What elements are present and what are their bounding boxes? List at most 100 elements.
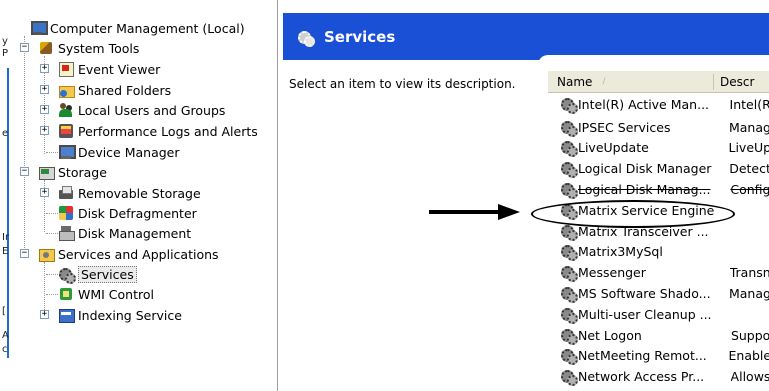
service-description: Allows xyxy=(730,368,769,384)
expand-toggle[interactable]: + xyxy=(40,126,49,135)
tree-item-services[interactable]: Services xyxy=(58,264,137,284)
service-row[interactable]: Matrix3MySql xyxy=(560,241,769,261)
service-row[interactable]: MS Software Shado... Manag xyxy=(560,283,769,303)
tree-label: Disk Defragmenter xyxy=(78,205,197,221)
service-gears-icon xyxy=(560,96,578,114)
service-description: Manag xyxy=(728,119,769,135)
services-applications-icon xyxy=(38,246,55,262)
tree-item-event-viewer[interactable]: Event Viewer xyxy=(58,59,160,79)
service-row[interactable]: Intel(R) Active Man... Intel(R xyxy=(560,94,769,114)
tree-item-computer-management[interactable]: Computer Management (Local) xyxy=(30,18,245,38)
tree-connector xyxy=(46,233,58,234)
tree-item-services-and-applications[interactable]: Services and Applications xyxy=(38,244,219,264)
column-header-description[interactable]: Descr xyxy=(714,75,769,89)
background-char: P xyxy=(2,48,9,59)
tree-item-disk-defragmenter[interactable]: Disk Defragmenter xyxy=(58,203,197,223)
sort-indicator-icon: / xyxy=(602,76,606,87)
service-row[interactable]: Multi-user Cleanup ... xyxy=(560,304,769,324)
service-description: LiveUp xyxy=(728,139,769,155)
expand-toggle[interactable]: + xyxy=(40,310,49,319)
service-description: Config xyxy=(730,181,769,197)
tree-item-system-tools[interactable]: System Tools xyxy=(38,38,139,58)
expand-toggle[interactable]: + xyxy=(40,85,49,94)
tree-connector xyxy=(24,36,25,254)
expand-toggle[interactable]: + xyxy=(40,64,49,73)
service-gears-icon xyxy=(560,327,578,345)
toolbox-icon xyxy=(38,40,54,56)
service-name: LiveUpdate xyxy=(578,139,649,155)
service-description: Suppo xyxy=(730,327,769,343)
service-gears-icon xyxy=(560,368,578,386)
background-char: y xyxy=(2,36,8,47)
tree-item-indexing-service[interactable]: Indexing Service xyxy=(58,305,182,325)
banner-title: Services xyxy=(324,27,396,46)
service-description: Enable xyxy=(728,347,769,363)
background-char: A xyxy=(2,330,9,341)
tree-label: Services xyxy=(78,265,137,283)
services-banner: Services xyxy=(283,13,769,60)
tree-item-storage[interactable]: Storage xyxy=(38,162,107,182)
collapse-toggle[interactable]: − xyxy=(20,167,29,176)
tree-item-device-manager[interactable]: Device Manager xyxy=(58,142,180,162)
event-viewer-icon xyxy=(58,61,74,77)
service-gears-icon xyxy=(560,347,578,365)
tree-item-local-users[interactable]: Local Users and Groups xyxy=(58,100,225,120)
service-gears-icon xyxy=(560,181,578,199)
service-row[interactable]: IPSEC Services Manag xyxy=(560,117,769,137)
disk-management-icon xyxy=(58,225,75,241)
service-description: Intel(R xyxy=(729,96,769,112)
background-char: E xyxy=(2,246,9,257)
tree-item-performance-logs[interactable]: Performance Logs and Alerts xyxy=(58,121,278,141)
tree-label: System Tools xyxy=(58,40,140,56)
collapse-toggle[interactable]: − xyxy=(20,249,29,258)
tree-item-wmi-control[interactable]: WMI Control xyxy=(58,284,154,304)
background-char: [ xyxy=(2,306,6,317)
tree-label: Indexing Service xyxy=(78,307,182,323)
tree-label: Shared Folders xyxy=(78,82,172,98)
tree-label: Event Viewer xyxy=(78,61,161,77)
service-row[interactable]: Messenger Transn xyxy=(560,262,769,282)
background-char: e xyxy=(2,128,9,139)
service-gears-icon xyxy=(560,160,578,178)
service-gears-icon xyxy=(560,306,578,324)
tree-label: Storage xyxy=(58,164,107,180)
expand-toggle[interactable]: + xyxy=(40,188,49,197)
service-row[interactable]: Logical Disk Manager Detect xyxy=(560,158,769,178)
annotation-arrow-shaft xyxy=(429,210,503,214)
service-description: Transn xyxy=(729,264,769,280)
service-row[interactable]: Net Logon Suppo xyxy=(560,325,769,345)
service-name: Messenger xyxy=(578,264,646,280)
service-name: Intel(R) Active Man... xyxy=(578,96,710,112)
service-gears-icon xyxy=(560,285,578,303)
background-char: Ir xyxy=(2,232,10,243)
service-name: IPSEC Services xyxy=(578,119,671,135)
service-row[interactable]: Logical Disk Manag... Config xyxy=(560,179,769,199)
tree-item-removable-storage[interactable]: Removable Storage xyxy=(58,183,201,203)
background-window-frame xyxy=(7,68,9,358)
service-name: Net Logon xyxy=(578,327,642,343)
description-text: Select an item to view its description. xyxy=(289,77,516,91)
removable-storage-icon xyxy=(58,185,74,201)
column-header-name[interactable]: Name / xyxy=(548,73,714,90)
service-row[interactable]: LiveUpdate LiveUp xyxy=(560,137,769,157)
console-tree[interactable]: Computer Management (Local) − System Too… xyxy=(16,0,278,391)
device-manager-icon xyxy=(58,144,76,160)
service-name: Network Access Pr... xyxy=(578,368,705,384)
service-row[interactable]: Network Access Pr... Allows xyxy=(560,366,769,386)
background-char: c xyxy=(2,344,8,355)
tree-label: Local Users and Groups xyxy=(78,102,226,118)
tree-item-shared-folders[interactable]: Shared Folders xyxy=(58,80,171,100)
service-row[interactable]: NetMeeting Remot... Enable xyxy=(560,345,769,365)
service-name: Logical Disk Manag... xyxy=(578,181,711,197)
expand-toggle[interactable]: + xyxy=(40,105,49,114)
service-name: Multi-user Cleanup ... xyxy=(578,306,712,322)
gears-icon xyxy=(297,29,315,47)
annotation-circle xyxy=(531,200,735,228)
tree-item-disk-management[interactable]: Disk Management xyxy=(58,223,191,243)
tree-label: Removable Storage xyxy=(78,185,201,201)
shared-folder-icon xyxy=(58,82,75,98)
gears-icon xyxy=(58,266,76,284)
column-name-label: Name xyxy=(557,74,593,89)
service-gears-icon xyxy=(560,264,578,282)
collapse-toggle[interactable]: − xyxy=(20,43,29,52)
